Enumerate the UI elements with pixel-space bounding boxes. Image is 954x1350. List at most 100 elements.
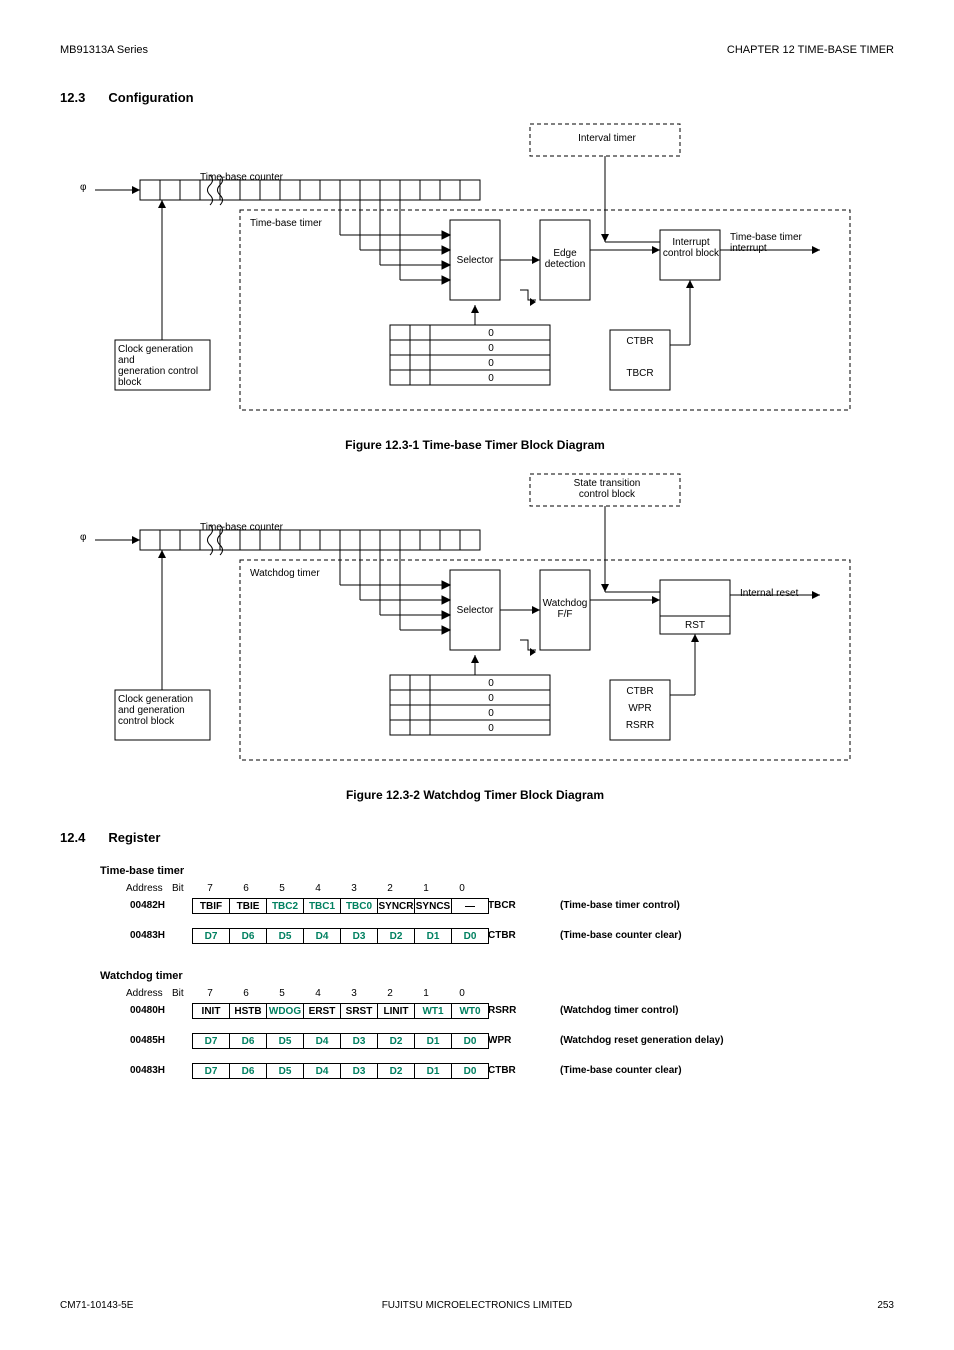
bitrow-wpr: D7D6D5D4D3D2D1D0 xyxy=(192,1033,489,1049)
wpr-label-2: WPR xyxy=(612,703,668,714)
bit-cell: SYNCR xyxy=(378,898,415,914)
bit-number: 2 xyxy=(372,988,408,999)
bit-cell: D6 xyxy=(230,1033,267,1049)
bitrow-ctbr-t: D7D6D5D4D3D2D1D0 xyxy=(192,928,489,944)
bit-cell: TBC0 xyxy=(341,898,378,914)
phi-symbol-2: φ xyxy=(80,532,86,543)
selval-2-3: 0 xyxy=(432,723,550,734)
bit-number: 6 xyxy=(228,883,264,894)
bit-cell: TBC2 xyxy=(267,898,304,914)
bit-number: 0 xyxy=(444,883,480,894)
selval-1-0: 0 xyxy=(432,328,550,339)
section-number: 12.3 Configuration xyxy=(60,90,194,105)
bit-cell: D3 xyxy=(341,928,378,944)
tbc-label-2: Time-base counter xyxy=(200,522,283,533)
fig-12-3-1 xyxy=(60,120,890,440)
selval-1-3: 0 xyxy=(432,373,550,384)
bit-cell: ERST xyxy=(304,1003,341,1019)
sec2-num: 12.4 xyxy=(60,830,85,845)
selval-2-1: 0 xyxy=(432,693,550,704)
bit-cell: D5 xyxy=(267,1033,304,1049)
bit-cell: WT1 xyxy=(415,1003,452,1019)
addr-wpr: 00485H xyxy=(130,1035,165,1046)
addr-tbcr: 00482H xyxy=(130,900,165,911)
bit-cell: D4 xyxy=(304,1063,341,1079)
bit-cell: D3 xyxy=(341,1063,378,1079)
sec2-title: Register xyxy=(108,830,160,845)
bit-cell: D5 xyxy=(267,1063,304,1079)
desc-rsrr: (Watchdog timer control) xyxy=(560,1005,679,1016)
bit-cell: D5 xyxy=(267,928,304,944)
selval-1-1: 0 xyxy=(432,343,550,354)
int-label-2: Internal reset xyxy=(740,588,798,599)
selval-2-2: 0 xyxy=(432,708,550,719)
bit-cell: D7 xyxy=(192,1063,230,1079)
bit-cell: SRST xyxy=(341,1003,378,1019)
bit-cell: INIT xyxy=(192,1003,230,1019)
clk-start-label-1: Clock generation and generation control … xyxy=(118,344,210,388)
section-12-4: 12.4 Register xyxy=(60,830,160,845)
chapter-label: CHAPTER 12 TIME-BASE TIMER xyxy=(727,44,894,56)
bit-number: 5 xyxy=(264,988,300,999)
phi-symbol-1: φ xyxy=(80,182,86,193)
state-label-2: State transition control block xyxy=(534,478,680,500)
bit-cell: D2 xyxy=(378,1063,415,1079)
desc-ctbr-t: (Time-base counter clear) xyxy=(560,930,682,941)
bitrow-tbcr: TBIFTBIETBC2TBC1TBC0SYNCRSYNCS— xyxy=(192,898,489,914)
tbt-label-1: Time-base timer xyxy=(250,218,322,229)
bit-cell: D0 xyxy=(452,1033,489,1049)
selval-2-0: 0 xyxy=(432,678,550,689)
stg-label-2: Watchdog F/F xyxy=(538,598,592,620)
rsrr-label-2: RSRR xyxy=(612,720,668,731)
name-ctbr-t: CTBR xyxy=(488,930,516,941)
bit-cell: TBIE xyxy=(230,898,267,914)
interval-label-1: Interval timer xyxy=(534,133,680,144)
desc-tbcr: (Time-base timer control) xyxy=(560,900,680,911)
bit-cell: D0 xyxy=(452,928,489,944)
bit-cell: D4 xyxy=(304,1033,341,1049)
tbc-label-1: Time-base counter xyxy=(200,172,283,183)
bit-number: 5 xyxy=(264,883,300,894)
edge-label-1: Edge detection xyxy=(542,248,588,270)
bitrow-ctbr-w: D7D6D5D4D3D2D1D0 xyxy=(192,1063,489,1079)
bit-number: 7 xyxy=(192,883,228,894)
clk-start-label-2: Clock generation and generation control … xyxy=(118,694,210,727)
bit-cell: D0 xyxy=(452,1063,489,1079)
bit-number: 4 xyxy=(300,988,336,999)
head-addr-1: Address xyxy=(126,883,163,894)
tbcr-label-1: TBCR xyxy=(612,368,668,379)
intctrl-label-1: Interrupt control block xyxy=(662,237,720,259)
bit-numbers-row-1: 76543210 xyxy=(192,883,480,894)
bit-cell: D7 xyxy=(192,928,230,944)
addr-ctbr-w: 00483H xyxy=(130,1065,165,1076)
fig-12-3-2-title: Figure 12.3-2 Watchdog Timer Block Diagr… xyxy=(60,788,890,802)
regs-group2-title: Watchdog timer xyxy=(100,970,183,982)
wdt-label-2: Watchdog timer xyxy=(250,568,320,579)
desc-wpr: (Watchdog reset generation delay) xyxy=(560,1035,724,1046)
bit-cell: TBIF xyxy=(192,898,230,914)
footer-page: 253 xyxy=(877,1300,894,1311)
bit-cell: D3 xyxy=(341,1033,378,1049)
bit-number: 3 xyxy=(336,883,372,894)
bit-cell: D2 xyxy=(378,1033,415,1049)
bit-cell: SYNCS xyxy=(415,898,452,914)
head-bit-2: Bit xyxy=(172,988,184,999)
sel-label-1: Selector xyxy=(452,255,498,266)
name-wpr: WPR xyxy=(488,1035,511,1046)
bit-cell: WDOG xyxy=(267,1003,304,1019)
bit-cell: D1 xyxy=(415,1063,452,1079)
footer-brand: FUJITSU MICROELECTRONICS LIMITED xyxy=(0,1300,954,1311)
bit-cell: D4 xyxy=(304,928,341,944)
name-rsrr: RSRR xyxy=(488,1005,516,1016)
bit-number: 6 xyxy=(228,988,264,999)
bit-cell: WT0 xyxy=(452,1003,489,1019)
bitrow-rsrr: INITHSTBWDOGERSTSRSTLINITWT1WT0 xyxy=(192,1003,489,1019)
bit-numbers-row-2: 76543210 xyxy=(192,988,480,999)
ctbr-label-1: CTBR xyxy=(612,336,668,347)
sec-num-text: 12.3 xyxy=(60,90,85,105)
selval-1-2: 0 xyxy=(432,358,550,369)
bit-cell: D6 xyxy=(230,928,267,944)
bit-cell: HSTB xyxy=(230,1003,267,1019)
bit-number: 3 xyxy=(336,988,372,999)
sel-label-2: Selector xyxy=(452,605,498,616)
